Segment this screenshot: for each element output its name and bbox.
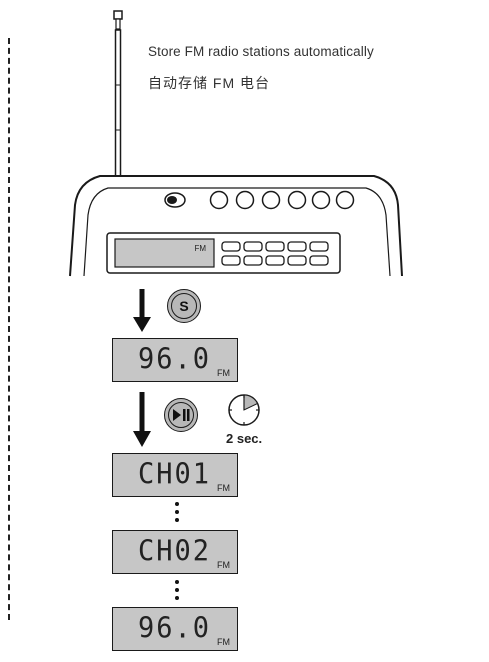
down-arrow-icon (133, 289, 151, 332)
lcd-display-1: 96.0 FM (112, 338, 238, 382)
timer-duration-label: 2 sec. (226, 431, 263, 446)
lcd-value: CH02 (137, 535, 211, 568)
lcd-unit: FM (217, 637, 230, 647)
lcd-unit: FM (217, 560, 230, 570)
play-pause-button[interactable] (164, 398, 198, 432)
store-button-label: S (179, 298, 189, 314)
lcd-unit: FM (217, 368, 230, 378)
lcd-value: 96.0 (137, 612, 211, 645)
lcd-display-2: CH01 FM (112, 453, 238, 497)
down-arrow-icon (133, 392, 151, 447)
lcd-display-4: 96.0 FM (112, 607, 238, 651)
timer-icon (228, 394, 260, 426)
store-button[interactable]: S (167, 289, 201, 323)
lcd-display-3: CH02 FM (112, 530, 238, 574)
continuation-dots (174, 580, 180, 600)
radio-front-panel: FM (106, 232, 341, 274)
play-pause-icon (173, 409, 190, 421)
lcd-value: CH01 (137, 458, 211, 491)
radio-display-band: FM (194, 244, 206, 253)
radio-illustration: FM (69, 10, 403, 277)
lcd-value: 96.0 (137, 343, 211, 376)
lcd-unit: FM (217, 483, 230, 493)
continuation-dots (174, 502, 180, 522)
antenna (113, 10, 123, 178)
